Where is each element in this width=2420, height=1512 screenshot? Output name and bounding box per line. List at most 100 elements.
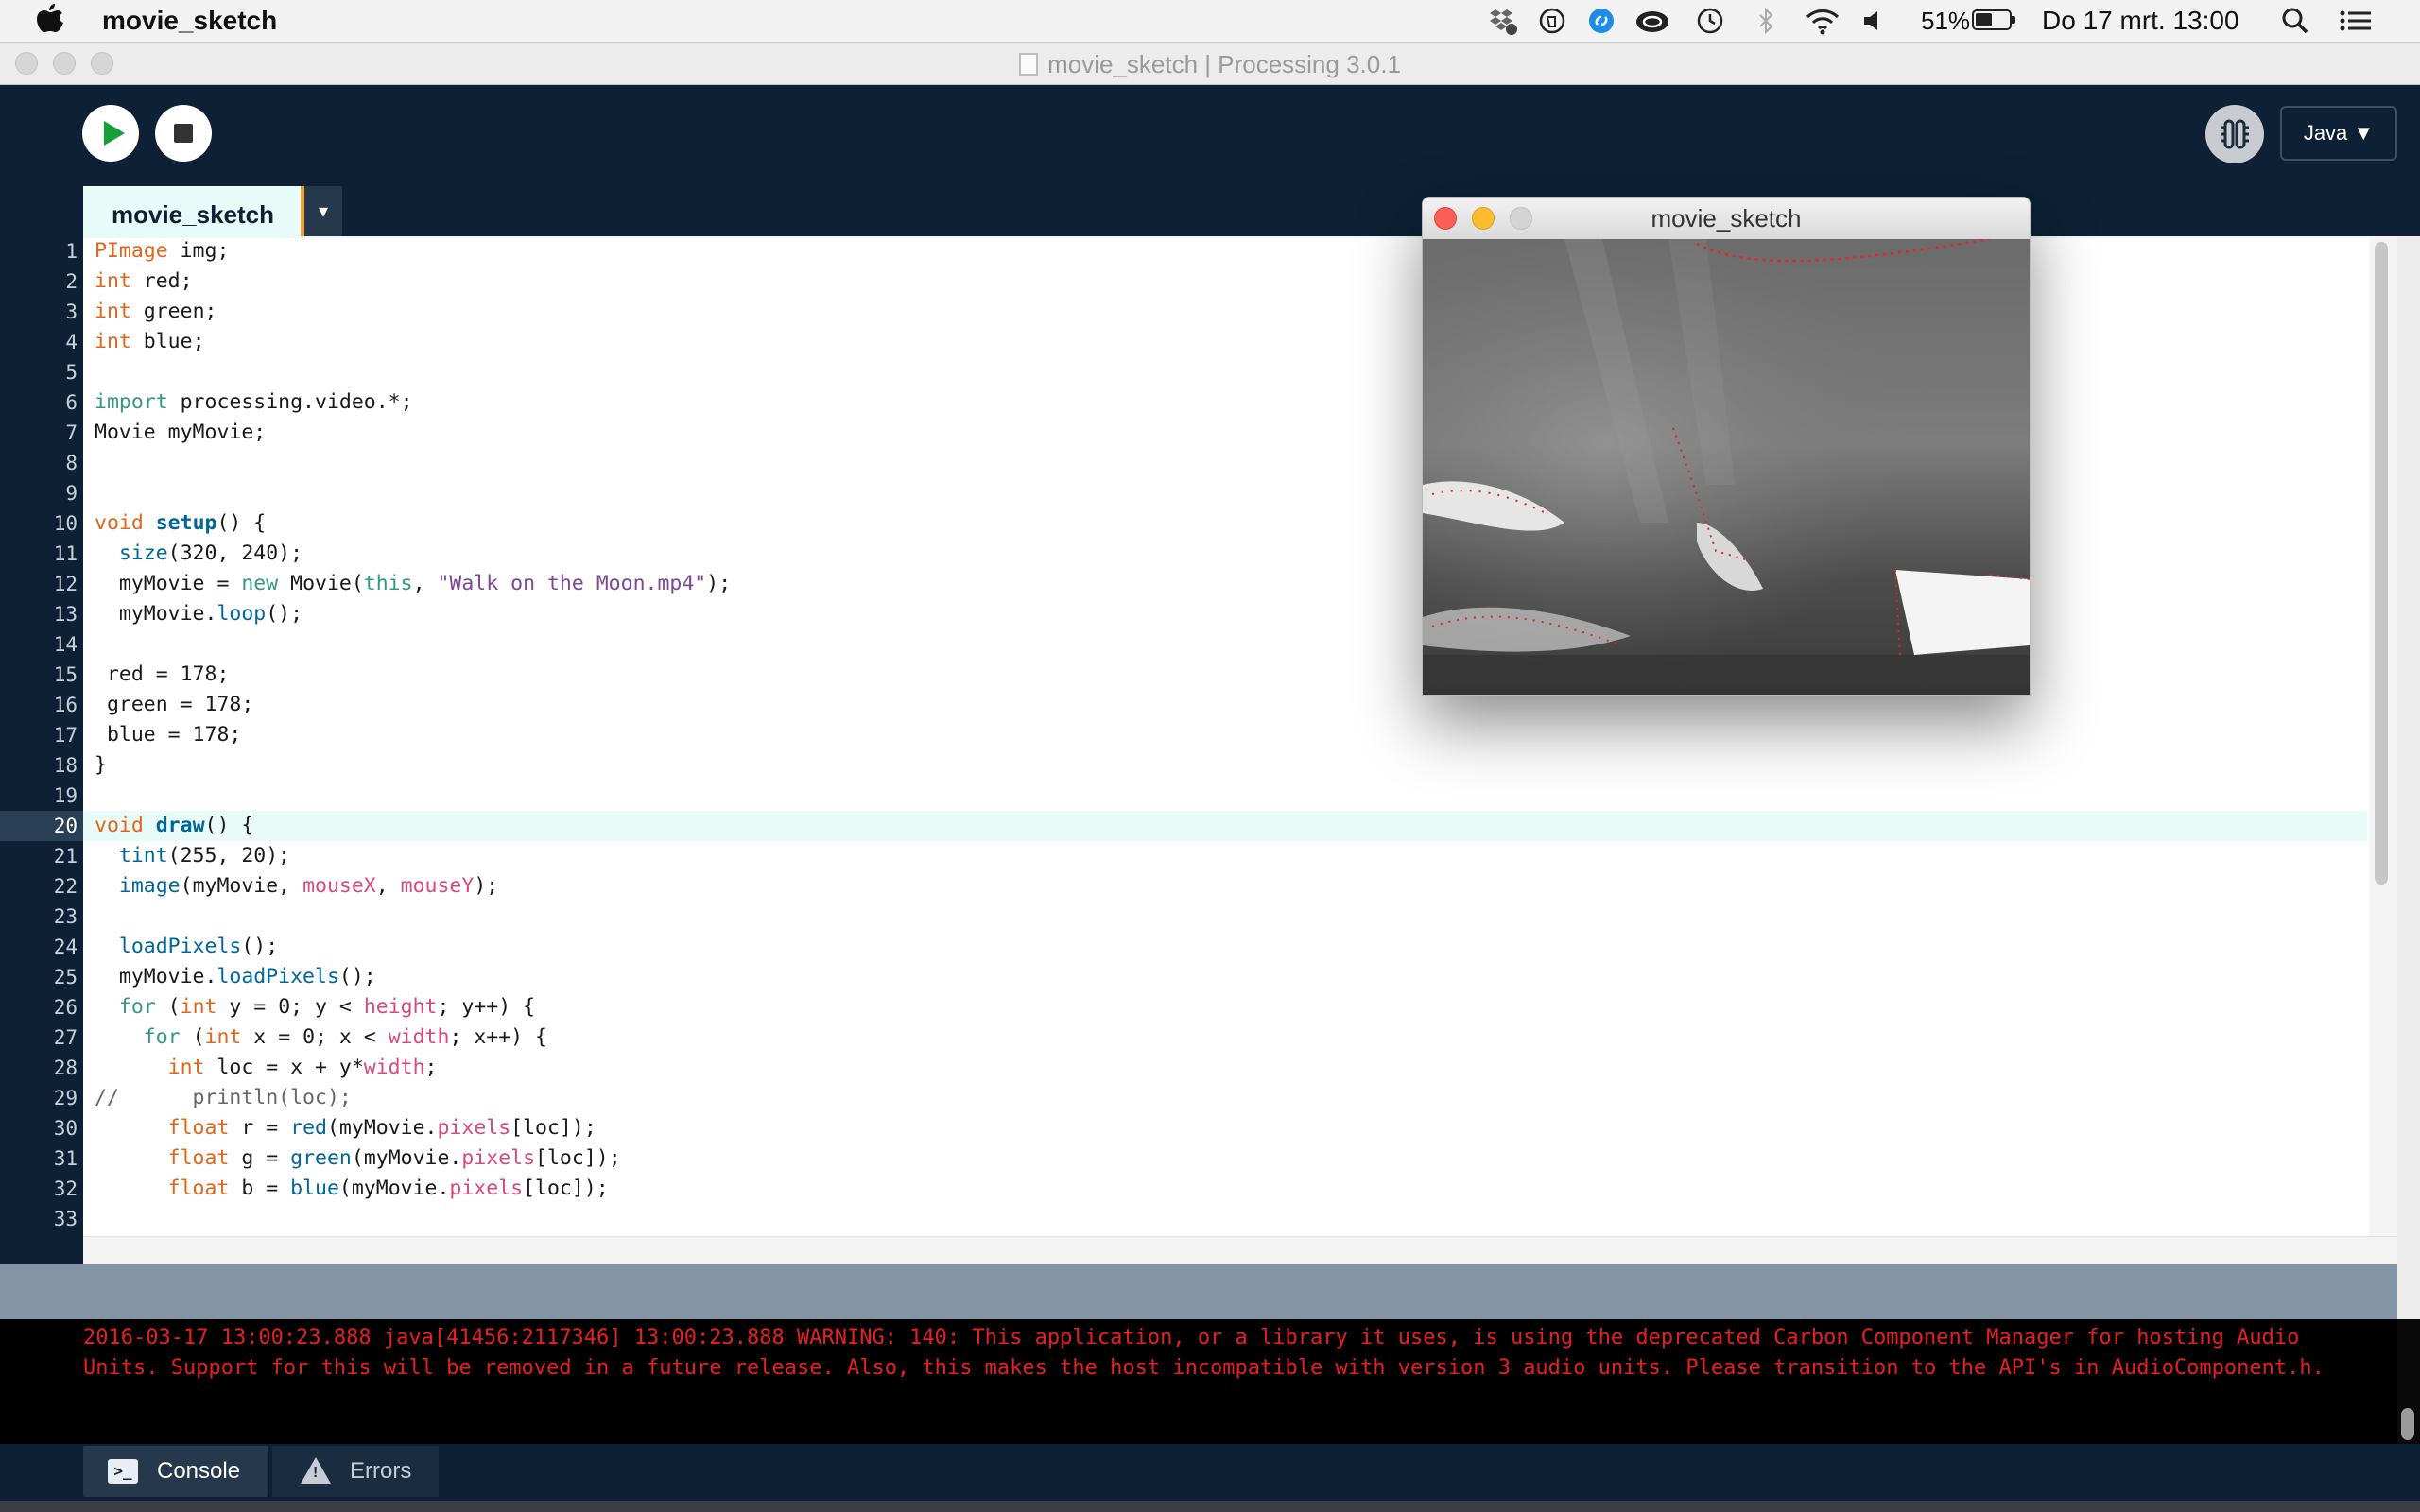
code-line[interactable]: size(320, 240);	[95, 539, 302, 569]
code-line[interactable]: tint(255, 20);	[95, 841, 290, 871]
line-number: 7	[65, 421, 78, 444]
line-number: 16	[53, 694, 78, 716]
code-line[interactable]: float b = blue(myMovie.pixels[loc]);	[95, 1174, 609, 1204]
code-line[interactable]: blue = 178;	[95, 720, 241, 750]
line-number: 31	[53, 1147, 78, 1170]
line-number: 2	[65, 270, 78, 293]
line-number: 33	[53, 1208, 78, 1230]
notification-center-icon[interactable]	[2337, 6, 2375, 36]
code-line[interactable]: for (int y = 0; y < height; y++) {	[95, 992, 535, 1022]
line-number: 26	[53, 996, 78, 1019]
code-line[interactable]: green = 178;	[95, 690, 253, 720]
line-number: 3	[65, 301, 78, 323]
console-icon: >_	[108, 1459, 138, 1484]
line-number: 27	[53, 1026, 78, 1049]
tab-errors-label: Errors	[350, 1458, 412, 1484]
stop-button[interactable]	[155, 105, 212, 162]
line-number: 13	[53, 603, 78, 626]
spotlight-icon[interactable]	[2278, 6, 2312, 36]
code-line[interactable]: int red;	[95, 266, 193, 297]
code-line[interactable]: red = 178;	[95, 660, 229, 690]
dropbox-icon[interactable]	[1484, 6, 1518, 36]
volume-icon[interactable]	[1860, 6, 1891, 36]
code-line[interactable]: myMovie = new Movie(this, "Walk on the M…	[95, 569, 731, 599]
code-line[interactable]: loadPixels();	[95, 932, 278, 962]
window-title: movie_sketch | Processing 3.0.1	[1047, 50, 1401, 78]
console-output: 2016-03-17 13:00:23.888 java[41456:21173…	[83, 1326, 2325, 1380]
tab-menu-button[interactable]: ▾	[304, 186, 342, 237]
window-right-edge	[2397, 236, 2420, 1319]
line-number: 9	[65, 482, 78, 505]
shazam-icon[interactable]	[1586, 6, 1616, 36]
wifi-icon[interactable]	[1804, 6, 1841, 36]
battery-percentage: 51%	[1921, 7, 1971, 35]
code-line[interactable]: myMovie.loadPixels();	[95, 962, 376, 992]
debug-button[interactable]	[2205, 105, 2264, 163]
tab-errors[interactable]: ! Errors	[272, 1446, 439, 1497]
code-line[interactable]: Movie myMovie;	[95, 418, 266, 448]
line-number: 15	[53, 663, 78, 686]
line-numbers: 1 2 3 4 5 6 7 8 9 10 11 12 13 14 15 16 17 18 19 20 21 22 23 24 2…	[0, 240, 83, 1234]
line-number: 14	[53, 633, 78, 656]
line-number: 8	[65, 452, 78, 474]
code-line[interactable]: import processing.video.*;	[95, 387, 413, 418]
line-number: 18	[53, 754, 78, 777]
code-line[interactable]: }	[95, 750, 107, 781]
line-number: 6	[65, 391, 78, 414]
line-number: 28	[53, 1057, 78, 1079]
line-number: 22	[53, 875, 78, 898]
line-number: 17	[53, 724, 78, 747]
line-number: 23	[53, 905, 78, 928]
bluetooth-icon[interactable]	[1754, 6, 1777, 36]
apple-menu-icon[interactable]	[36, 2, 64, 44]
time-machine-icon[interactable]	[1692, 6, 1726, 36]
code-line[interactable]: myMovie.loop();	[95, 599, 302, 629]
sketch-title: movie_sketch	[1651, 204, 1802, 232]
window-title-container: movie_sketch | Processing 3.0.1	[0, 49, 2420, 79]
creative-cloud-icon[interactable]	[1634, 6, 1671, 36]
tab-console[interactable]: >_ Console	[83, 1446, 268, 1497]
line-number: 21	[53, 845, 78, 868]
bottom-edge	[0, 1501, 2420, 1512]
code-line[interactable]: int blue;	[95, 327, 205, 357]
line-number: 19	[53, 784, 78, 807]
line-number: 20	[0, 811, 83, 841]
line-number: 10	[53, 512, 78, 535]
evernote-icon[interactable]	[1537, 6, 1567, 36]
sketch-window[interactable]: movie_sketch	[1422, 197, 2031, 696]
console-divider[interactable]	[0, 1264, 2397, 1319]
tab-movie-sketch[interactable]: movie_sketch	[83, 186, 302, 240]
run-button[interactable]	[82, 105, 139, 162]
code-line[interactable]: int loc = x + y*width;	[95, 1053, 438, 1083]
toolbar	[0, 85, 2420, 189]
menu-clock[interactable]: Do 17 mrt. 13:00	[2042, 4, 2239, 38]
editor-horizontal-scrollbar[interactable]	[83, 1236, 2397, 1265]
line-number: 24	[53, 936, 78, 958]
line-number: 25	[53, 966, 78, 988]
code-line[interactable]: float g = green(myMovie.pixels[loc]);	[95, 1143, 621, 1174]
tab-label: movie_sketch	[112, 200, 274, 229]
line-number: 29	[53, 1087, 78, 1109]
code-line[interactable]: for (int x = 0; x < width; x++) {	[95, 1022, 547, 1053]
line-number: 1	[65, 240, 78, 263]
sketch-canvas[interactable]	[1423, 239, 2030, 695]
code-line[interactable]: void draw() {	[95, 811, 253, 841]
line-number: 32	[53, 1177, 78, 1200]
line-number: 5	[65, 361, 78, 384]
debugger-icon	[2221, 119, 2249, 149]
app-menu-name[interactable]: movie_sketch	[102, 4, 277, 38]
code-line[interactable]: int green;	[95, 297, 216, 327]
document-icon	[1019, 53, 1039, 76]
line-number: 11	[53, 542, 78, 565]
battery-icon[interactable]	[1972, 9, 2015, 30]
code-line[interactable]: PImage img;	[95, 236, 229, 266]
editor-scroll-thumb[interactable]	[2375, 242, 2388, 885]
console-scroll-thumb[interactable]	[2401, 1408, 2414, 1440]
tab-console-label: Console	[157, 1458, 241, 1484]
code-line[interactable]: void setup() {	[95, 508, 266, 539]
code-line[interactable]: // println(loc);	[95, 1083, 352, 1113]
code-line[interactable]: float r = red(myMovie.pixels[loc]);	[95, 1113, 596, 1143]
mode-selector[interactable]: Java ▼	[2280, 106, 2397, 161]
code-line[interactable]: image(myMovie, mouseX, mouseY);	[95, 871, 498, 902]
line-number: 30	[53, 1117, 78, 1140]
